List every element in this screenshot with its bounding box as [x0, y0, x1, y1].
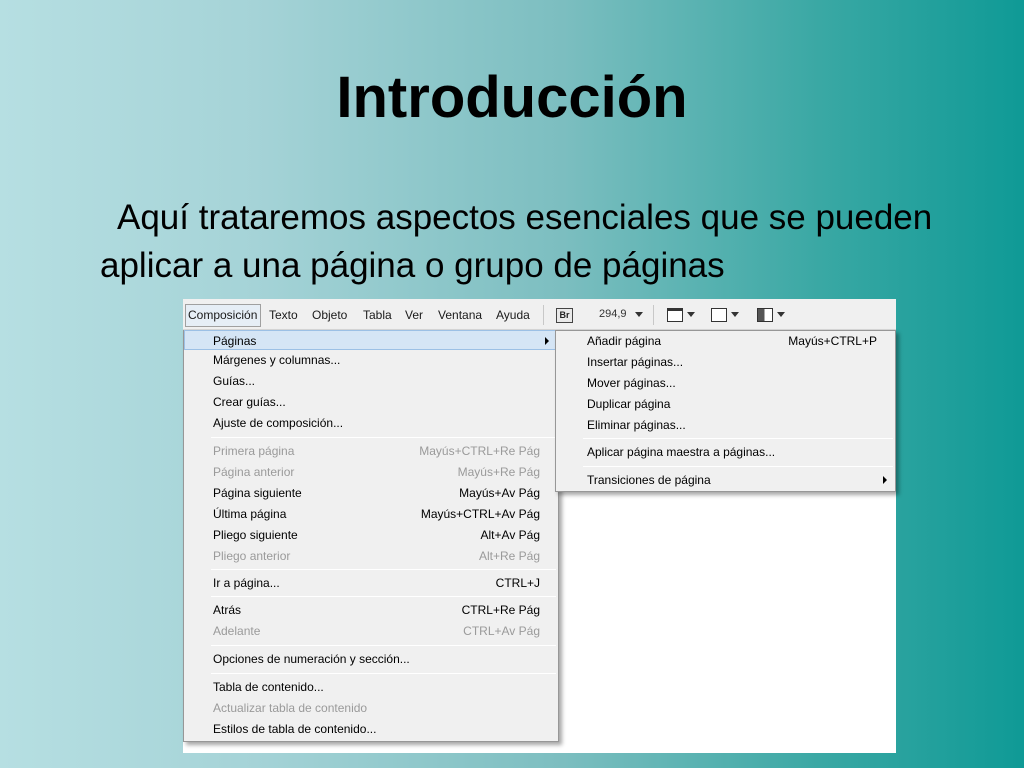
- menu-item-pagina-siguiente[interactable]: Página siguiente Mayús+Av Pág: [184, 483, 558, 503]
- submenu-item-anadir-pagina[interactable]: Añadir página Mayús+CTRL+P: [556, 331, 895, 351]
- menu-item-label: Transiciones de página: [587, 473, 711, 487]
- menu-item-label: Página siguiente: [213, 486, 302, 500]
- menu-item-guias[interactable]: Guías...: [184, 371, 558, 391]
- menu-item-label: Añadir página: [587, 334, 662, 348]
- menu-item-pliego-siguiente[interactable]: Pliego siguiente Alt+Av Pág: [184, 525, 558, 545]
- view-options-icon[interactable]: [667, 308, 683, 322]
- menu-item-shortcut: Alt+Av Pág: [480, 528, 540, 542]
- menu-separator: [211, 569, 556, 570]
- menu-item-label: Insertar páginas...: [587, 355, 684, 369]
- menu-item-label: Páginas: [213, 334, 257, 348]
- submenu-item-transiciones-pagina[interactable]: Transiciones de página: [556, 470, 895, 490]
- submenu-item-mover-paginas[interactable]: Mover páginas...: [556, 373, 895, 393]
- menu-item-label: Actualizar tabla de contenido: [213, 701, 368, 715]
- menu-item-shortcut: Mayús+Av Pág: [459, 486, 540, 500]
- menu-separator: [211, 645, 556, 646]
- menu-item-label: Página anterior: [213, 465, 295, 479]
- menu-tabla[interactable]: Tabla: [363, 306, 392, 324]
- menu-item-shortcut: CTRL+J: [495, 576, 540, 590]
- menu-item-ultima-pagina[interactable]: Última página Mayús+CTRL+Av Pág: [184, 504, 558, 524]
- menu-item-label: Ir a página...: [213, 576, 280, 590]
- zoom-dropdown-icon[interactable]: [635, 312, 643, 317]
- menu-item-label: Mover páginas...: [587, 376, 676, 390]
- menu-separator: [583, 438, 893, 439]
- toolbar-separator: [543, 305, 544, 325]
- menu-objeto[interactable]: Objeto: [312, 306, 347, 324]
- screen-mode-icon[interactable]: [711, 308, 727, 322]
- menu-item-shortcut: Mayús+CTRL+Re Pág: [419, 444, 540, 458]
- menu-item-primera-pagina[interactable]: Primera página Mayús+CTRL+Re Pág: [184, 441, 558, 461]
- menu-item-label: Eliminar páginas...: [587, 418, 686, 432]
- menu-item-label: Adelante: [213, 624, 261, 638]
- arrange-documents-icon[interactable]: [757, 308, 773, 322]
- menu-item-label: Opciones de numeración y sección...: [213, 652, 410, 666]
- menu-item-label: Crear guías...: [213, 395, 286, 409]
- menu-item-atras[interactable]: Atrás CTRL+Re Pág: [184, 600, 558, 620]
- menu-item-shortcut: Mayús+Re Pág: [457, 465, 540, 479]
- menu-item-label: Atrás: [213, 603, 242, 617]
- menu-item-label: Márgenes y columnas...: [213, 353, 341, 367]
- arrange-documents-dropdown-icon[interactable]: [777, 312, 785, 317]
- slide-bullet-text: Aquí trataremos aspectos esenciales que …: [100, 198, 933, 285]
- menu-item-shortcut: CTRL+Re Pág: [461, 603, 540, 617]
- menu-ventana[interactable]: Ventana: [438, 306, 482, 324]
- submenu-item-eliminar-paginas[interactable]: Eliminar páginas...: [556, 415, 895, 435]
- menu-texto[interactable]: Texto: [269, 306, 298, 324]
- submenu-item-duplicar-pagina[interactable]: Duplicar página: [556, 394, 895, 414]
- menu-separator: [211, 673, 556, 674]
- menu-item-label: Duplicar página: [587, 397, 671, 411]
- menu-item-paginas[interactable]: Páginas: [184, 330, 558, 350]
- menu-separator: [211, 437, 556, 438]
- submenu-arrow-icon: [545, 337, 549, 345]
- menu-ver[interactable]: Ver: [405, 306, 423, 324]
- menu-item-shortcut: Alt+Re Pág: [478, 549, 540, 563]
- menu-item-margenes[interactable]: Márgenes y columnas...: [184, 350, 558, 370]
- menu-item-label: Tabla de contenido...: [213, 680, 324, 694]
- composicion-dropdown-menu: Páginas Márgenes y columnas... Guías... …: [183, 330, 559, 742]
- menu-item-ir-a-pagina[interactable]: Ir a página... CTRL+J: [184, 573, 558, 593]
- menu-item-crear-guias[interactable]: Crear guías...: [184, 392, 558, 412]
- menu-item-label: Guías...: [213, 374, 256, 388]
- submenu-arrow-icon: [883, 476, 887, 484]
- menu-composicion[interactable]: Composición: [185, 304, 261, 327]
- menu-item-actualizar-tabla[interactable]: Actualizar tabla de contenido: [184, 698, 558, 718]
- zoom-level[interactable]: 294,9: [599, 308, 627, 320]
- submenu-item-insertar-paginas[interactable]: Insertar páginas...: [556, 352, 895, 372]
- menu-item-label: Estilos de tabla de contenido...: [213, 722, 377, 736]
- menu-item-label: Ajuste de composición...: [213, 416, 344, 430]
- menu-item-pliego-anterior[interactable]: Pliego anterior Alt+Re Pág: [184, 546, 558, 566]
- view-options-dropdown-icon[interactable]: [687, 312, 695, 317]
- menu-item-ajuste-composicion[interactable]: Ajuste de composición...: [184, 413, 558, 433]
- submenu-item-aplicar-pagina-maestra[interactable]: Aplicar página maestra a páginas...: [556, 442, 895, 462]
- menu-item-estilos-tabla[interactable]: Estilos de tabla de contenido...: [184, 719, 558, 739]
- paginas-submenu: Añadir página Mayús+CTRL+P Insertar págin…: [555, 330, 896, 492]
- menu-separator: [211, 596, 556, 597]
- menu-item-label: Primera página: [213, 444, 295, 458]
- screen-mode-dropdown-icon[interactable]: [731, 312, 739, 317]
- menu-item-shortcut: Mayús+CTRL+P: [788, 334, 877, 348]
- menu-separator: [583, 466, 893, 467]
- bridge-icon[interactable]: Br: [556, 308, 573, 323]
- toolbar-separator: [653, 305, 654, 325]
- menu-item-shortcut: CTRL+Av Pág: [463, 624, 540, 638]
- menu-item-adelante[interactable]: Adelante CTRL+Av Pág: [184, 621, 558, 641]
- menu-item-shortcut: Mayús+CTRL+Av Pág: [420, 507, 540, 521]
- menu-ayuda[interactable]: Ayuda: [496, 306, 530, 324]
- slide-title: Introducción: [336, 65, 688, 130]
- menu-item-pagina-anterior[interactable]: Página anterior Mayús+Re Pág: [184, 462, 558, 482]
- app-screenshot: Composición Texto Objeto Tabla Ver Venta…: [183, 299, 896, 753]
- menu-item-tabla-contenido[interactable]: Tabla de contenido...: [184, 677, 558, 697]
- menu-item-label: Pliego siguiente: [213, 528, 298, 542]
- menu-bar: Composición Texto Objeto Tabla Ver Venta…: [183, 299, 896, 330]
- menu-item-label: Pliego anterior: [213, 549, 291, 563]
- menu-item-label: Aplicar página maestra a páginas...: [587, 445, 776, 459]
- menu-item-label: Última página: [213, 507, 287, 521]
- menu-item-opciones-numeracion[interactable]: Opciones de numeración y sección...: [184, 649, 558, 669]
